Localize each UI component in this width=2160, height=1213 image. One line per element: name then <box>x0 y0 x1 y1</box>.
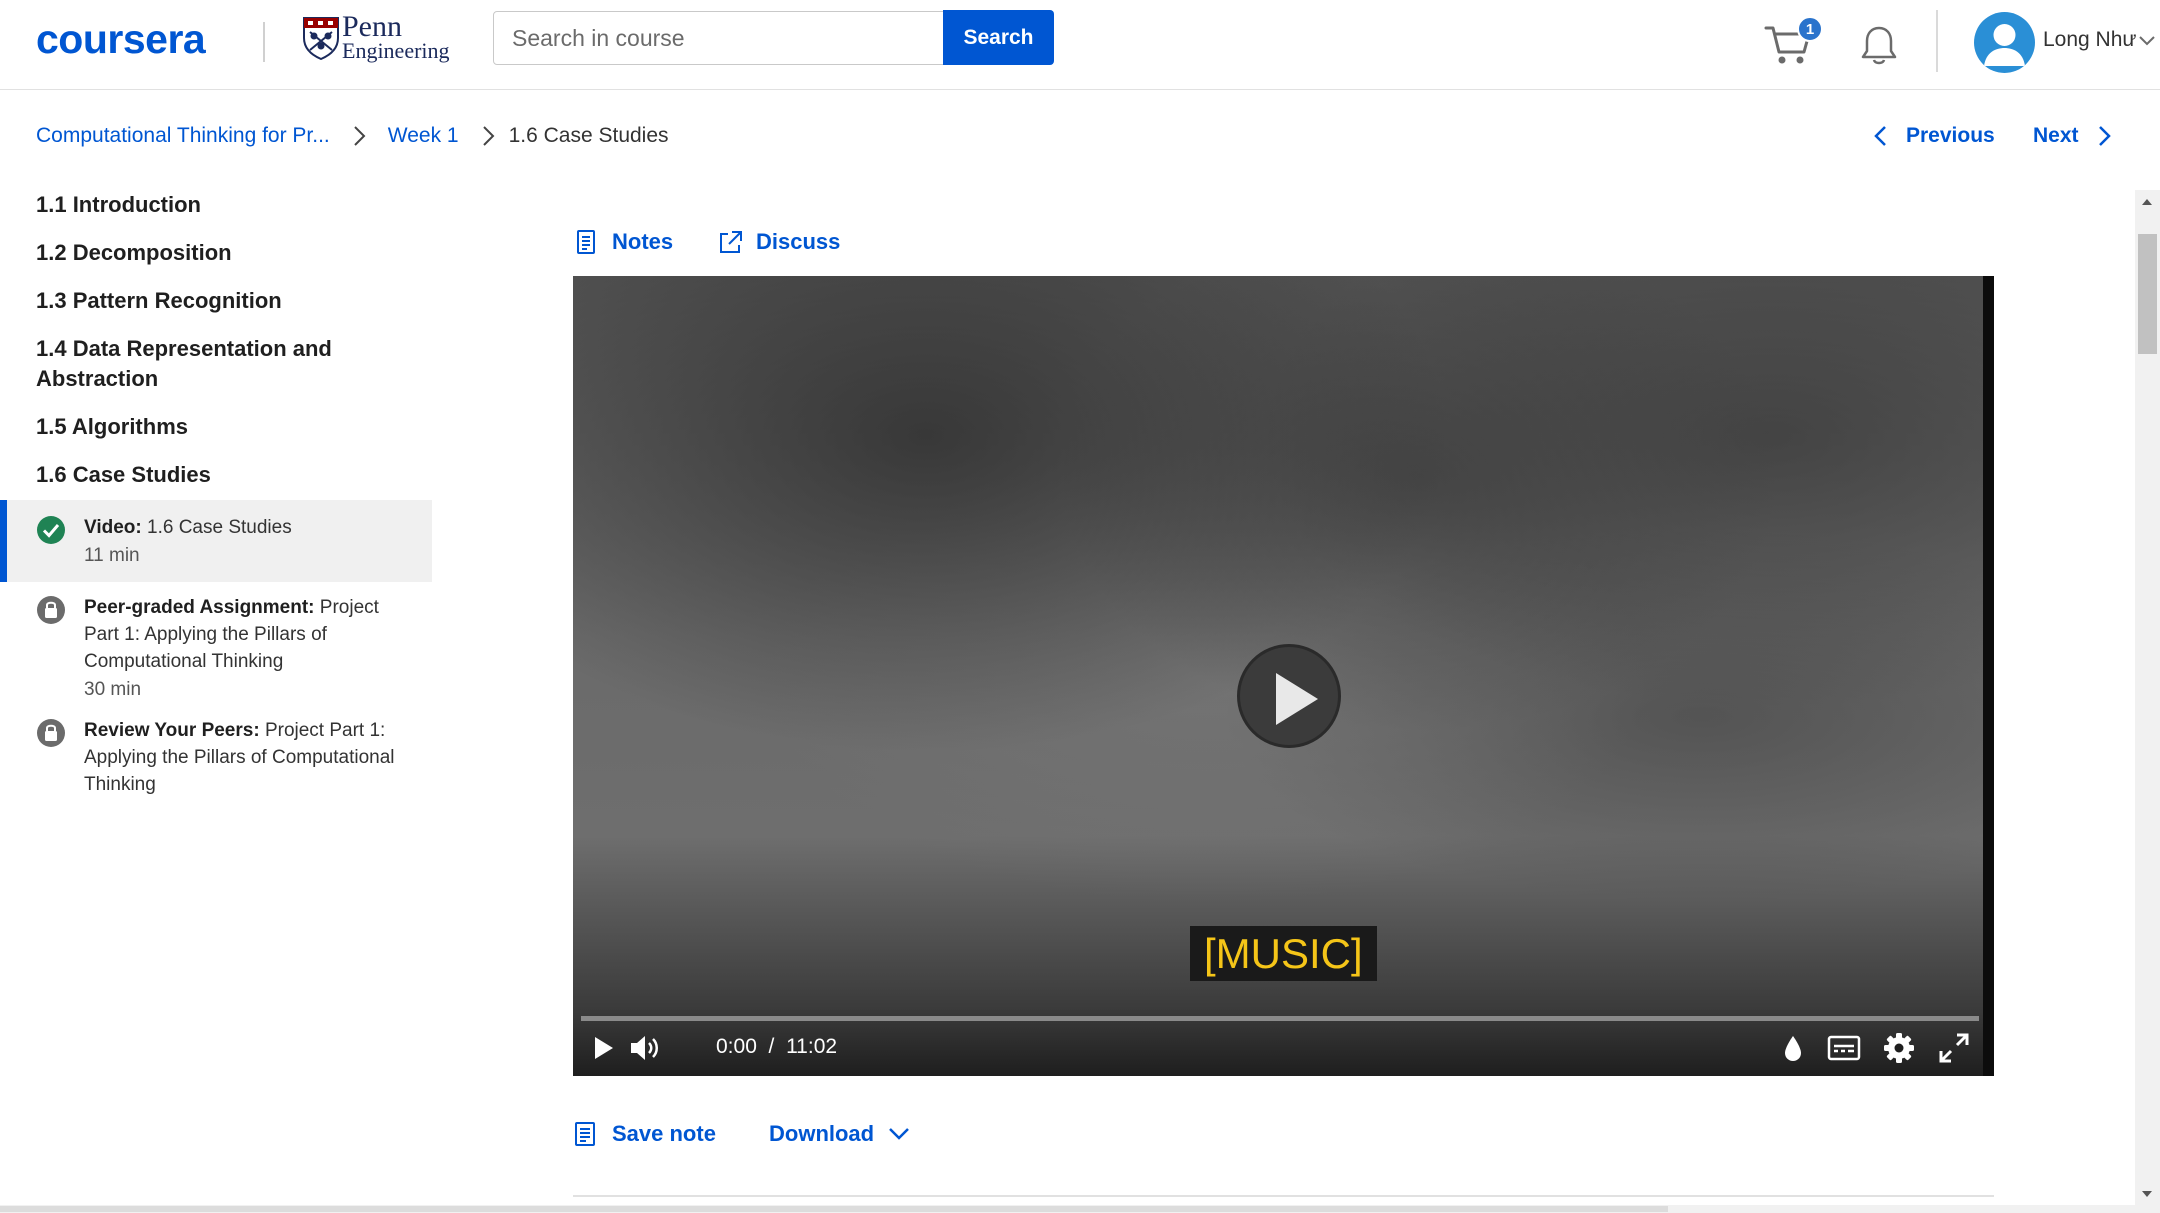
coursera-logo[interactable]: coursera <box>36 16 206 63</box>
chevron-right-icon <box>482 126 495 146</box>
next-button[interactable]: Next <box>2033 120 2113 152</box>
sidebar-lesson[interactable]: 1.3 Pattern Recognition <box>0 286 400 316</box>
course-sidebar: 1.1 Introduction 1.2 Decomposition 1.3 P… <box>0 190 432 817</box>
sidebar-lesson[interactable]: 1.1 Introduction <box>0 190 400 220</box>
contrast-drop-icon[interactable] <box>1783 1034 1803 1062</box>
horizontal-scroll-thumb[interactable] <box>0 1206 1668 1212</box>
volume-icon[interactable] <box>629 1033 663 1063</box>
duration: 11:02 <box>786 1035 838 1058</box>
item-type: Video: <box>84 517 142 538</box>
breadcrumb: Computational Thinking for Pr... Week 1 … <box>36 120 669 152</box>
penn-engineering-logo[interactable]: Penn Engineering <box>342 12 450 62</box>
user-icon <box>1984 24 2025 66</box>
discuss-button[interactable]: Discuss <box>718 224 840 260</box>
lock-icon <box>37 719 65 747</box>
video-time: 0:00 / 11:02 <box>716 1035 837 1059</box>
item-duration: 30 min <box>84 679 142 700</box>
search-button[interactable]: Search <box>943 10 1054 65</box>
chevron-right-icon <box>354 126 366 146</box>
horizontal-scrollbar[interactable] <box>0 1205 2135 1213</box>
video-player[interactable]: [MUSIC] 0:00 / 11:02 <box>573 276 1994 1076</box>
sidebar-lesson[interactable]: 1.5 Algorithms <box>0 412 400 442</box>
check-circle-icon <box>37 516 65 544</box>
breadcrumb-course-link[interactable]: Computational Thinking for Pr... <box>36 124 330 148</box>
breadcrumb-current: 1.6 Case Studies <box>508 124 669 147</box>
sidebar-item-review-peers[interactable]: Review Your Peers: Project Part 1: Apply… <box>0 717 432 817</box>
previous-label: Previous <box>1906 124 1995 147</box>
video-caption: [MUSIC] <box>1190 926 1377 981</box>
chevron-down-icon[interactable] <box>2138 34 2156 48</box>
sidebar-item-peer-assignment[interactable]: Peer-graded Assignment: Project Part 1: … <box>0 582 432 717</box>
sidebar-lesson[interactable]: 1.2 Decomposition <box>0 238 400 268</box>
bell-icon[interactable] <box>1860 24 1898 66</box>
partner-name-line2: Engineering <box>342 38 450 63</box>
notes-label: Notes <box>612 229 674 254</box>
save-note-button[interactable]: Save note <box>574 1116 716 1152</box>
discuss-label: Discuss <box>756 229 841 254</box>
item-type: Peer-graded Assignment: <box>84 597 315 618</box>
sidebar-lesson[interactable]: 1.4 Data Representation and Abstraction <box>0 334 400 394</box>
sidebar-lesson-current[interactable]: 1.6 Case Studies <box>0 460 400 490</box>
top-header: coursera Penn Engineering Search 1 <box>0 0 2160 90</box>
chevron-left-icon <box>1874 126 1886 146</box>
previous-button[interactable]: Previous <box>1872 120 1995 152</box>
video-controls: 0:00 / 11:02 <box>573 1021 1984 1076</box>
next-label: Next <box>2033 124 2079 147</box>
save-note-label: Save note <box>612 1121 716 1146</box>
download-label: Download <box>769 1121 875 1146</box>
logo-divider <box>263 22 265 62</box>
external-link-icon <box>720 231 742 253</box>
lock-icon <box>37 596 65 624</box>
chevron-right-icon <box>2098 126 2111 146</box>
settings-gear-icon[interactable] <box>1883 1032 1915 1064</box>
user-name[interactable]: Long Như <box>2043 28 2136 52</box>
header-divider <box>1936 10 1938 72</box>
fullscreen-icon[interactable] <box>1938 1032 1970 1064</box>
video-letterbox <box>1983 276 1994 1076</box>
sidebar-item-video[interactable]: Video: 1.6 Case Studies 11 min <box>0 500 432 582</box>
notes-icon <box>577 230 595 254</box>
notes-button[interactable]: Notes <box>574 224 673 260</box>
content-divider <box>573 1195 1994 1197</box>
download-dropdown[interactable]: Download <box>769 1116 910 1152</box>
captions-icon[interactable] <box>1827 1035 1861 1061</box>
scroll-down-arrow-icon[interactable] <box>2141 1190 2153 1198</box>
scroll-thumb[interactable] <box>2138 234 2157 354</box>
breadcrumb-week-link[interactable]: Week 1 <box>388 124 459 148</box>
current-time: 0:00 <box>716 1035 757 1058</box>
item-title: 1.6 Case Studies <box>147 517 292 538</box>
note-icon <box>575 1122 595 1146</box>
chevron-down-icon <box>889 1128 909 1140</box>
scroll-up-arrow-icon[interactable] <box>2141 198 2153 206</box>
page: coursera Penn Engineering Search 1 <box>0 0 2160 1213</box>
time-separator: / <box>768 1035 775 1058</box>
play-icon[interactable] <box>593 1035 615 1061</box>
play-icon <box>1276 673 1318 725</box>
user-avatar[interactable] <box>1974 12 2035 73</box>
item-type: Review Your Peers: <box>84 720 260 741</box>
item-duration: 11 min <box>84 545 140 566</box>
penn-shield-icon <box>303 17 339 60</box>
vertical-scrollbar[interactable] <box>2135 190 2160 1213</box>
big-play-button[interactable] <box>1237 644 1341 748</box>
search-input[interactable] <box>493 11 945 65</box>
cart-count-badge: 1 <box>1797 16 1823 42</box>
